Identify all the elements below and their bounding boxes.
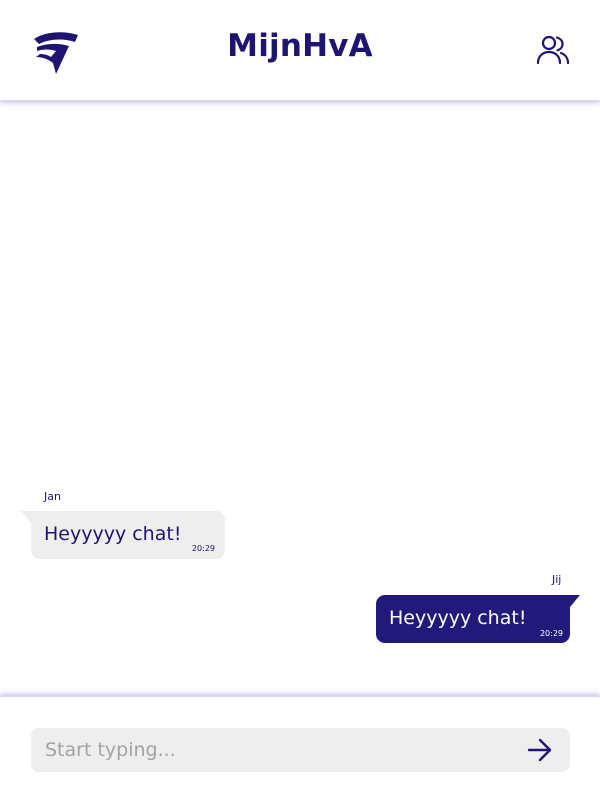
message-sender: Jij — [552, 573, 562, 586]
incoming-message-bubble: Heyyyyy chat! 20:29 — [31, 511, 225, 559]
app-title: MijnHvA — [227, 28, 373, 64]
users-icon[interactable] — [536, 32, 570, 66]
message-list: Jan Heyyyyy chat! 20:29 Jij Heyyyyy chat… — [0, 102, 600, 694]
chat-app: MijnHvA Jan Heyyyyy chat! 20:29 Jij Heyy… — [0, 0, 600, 800]
message-text: Heyyyyy chat! — [44, 523, 182, 545]
message-input[interactable] — [45, 728, 505, 772]
message-input-container — [31, 728, 570, 772]
incoming-bubble-tail — [21, 511, 31, 523]
arrow-right-icon[interactable] — [526, 736, 554, 764]
outgoing-message-bubble: Heyyyyy chat! 20:29 — [376, 595, 570, 643]
message-text: Heyyyyy chat! — [389, 607, 527, 629]
outgoing-bubble-tail — [570, 595, 580, 607]
message-composer — [0, 696, 600, 800]
message-sender: Jan — [44, 490, 61, 503]
message-time: 20:29 — [191, 544, 215, 553]
message-time: 20:29 — [539, 629, 563, 638]
app-header: MijnHvA — [0, 0, 600, 101]
